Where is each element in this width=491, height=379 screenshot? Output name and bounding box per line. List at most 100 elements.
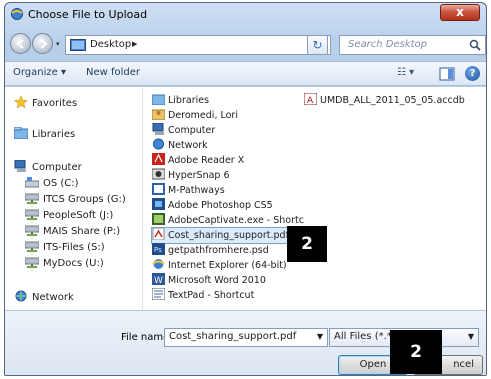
file-name: Adobe Photoshop CS5: [168, 200, 273, 211]
nav-item-favorites[interactable]: Favorites: [14, 96, 77, 112]
svg-text:W: W: [154, 276, 163, 285]
computer-icon: [152, 123, 164, 135]
chevron-down-icon[interactable]: ▼: [317, 332, 323, 341]
shortcut-icon: [152, 183, 165, 195]
nav-label-drive: OS (C:): [43, 178, 79, 189]
nav-item-drive-u[interactable]: MyDocs (U:): [25, 256, 104, 272]
file-name: UMDB_ALL_2011_05_05.accdb: [320, 95, 465, 106]
help-icon[interactable]: ?: [465, 66, 480, 81]
nav-item-drive-c[interactable]: OS (C:): [25, 176, 79, 192]
arrow-left-icon: [16, 39, 24, 49]
forward-button[interactable]: [32, 33, 53, 54]
list-item[interactable]: AdobeCaptivate.exe - Shortc: [152, 213, 304, 228]
word-icon: W: [152, 273, 165, 285]
network-drive-icon: [25, 225, 39, 236]
list-item-selected[interactable]: Cost_sharing_support.pdf: [151, 227, 290, 244]
nav-item-libraries[interactable]: Libraries: [14, 127, 75, 143]
internet-explorer-icon: [152, 259, 165, 269]
nav-label-drive: MAIS Share (P:): [43, 226, 121, 237]
network-drive-icon: [25, 209, 39, 220]
nav-label-computer: Computer: [32, 162, 82, 173]
list-item[interactable]: W Microsoft Word 2010: [152, 273, 266, 288]
address-location[interactable]: Desktop: [90, 39, 131, 50]
preview-pane-icon[interactable]: [439, 67, 455, 81]
cancel-label-fragment[interactable]: ncel: [453, 356, 474, 374]
file-name: TextPad - Shortcut: [168, 290, 255, 301]
list-item[interactable]: Internet Explorer (64-bit): [152, 258, 287, 273]
file-list: Libraries Deromedi, Lori Computer Networ…: [144, 87, 486, 310]
nav-item-computer[interactable]: Computer: [14, 160, 82, 176]
list-item[interactable]: TextPad - Shortcut: [152, 288, 254, 303]
list-item[interactable]: Adobe Photoshop CS5: [152, 198, 273, 213]
content-area: Favorites Libraries Computer OS (C:) ITC…: [5, 87, 486, 310]
file-dialog: Choose File to Upload x ▾ Desktop ▶ ▼ ↻ …: [4, 2, 487, 376]
list-item[interactable]: Ps getpathfromhere.psd: [152, 243, 269, 258]
list-item[interactable]: Adobe Reader X: [152, 153, 244, 168]
file-type-value[interactable]: All Files (*.*): [334, 331, 396, 342]
network-drive-icon: [25, 257, 39, 268]
new-folder-button[interactable]: New folder: [86, 67, 140, 78]
access-database-icon: A: [304, 93, 317, 105]
title-bar: Choose File to Upload x: [5, 3, 486, 27]
nav-item-drive-g[interactable]: ITCS Groups (G:): [25, 192, 126, 208]
file-name-field[interactable]: Cost_sharing_support.pdf ▼: [164, 328, 328, 347]
list-item[interactable]: HyperSnap 6: [152, 168, 230, 183]
list-item[interactable]: Deromedi, Lori: [152, 108, 238, 123]
nav-label-favorites: Favorites: [32, 98, 78, 109]
drive-icon: [25, 177, 39, 188]
breadcrumb-chevron-icon[interactable]: ▶: [132, 40, 137, 48]
file-name: Cost_sharing_support.pdf: [168, 230, 289, 241]
file-name: getpathfromhere.psd: [168, 245, 269, 256]
nav-item-drive-s[interactable]: ITS-Files (S:): [25, 240, 105, 256]
navigation-bar: ▾ Desktop ▶ ▼ ↻ Search Desktop: [5, 28, 486, 60]
list-item[interactable]: M-Pathways: [152, 183, 225, 198]
file-name: Network: [168, 140, 208, 151]
svg-text:A: A: [307, 96, 314, 105]
search-icon[interactable]: [469, 39, 481, 51]
file-name: M-Pathways: [168, 185, 225, 196]
nav-label-drive: ITCS Groups (G:): [43, 194, 126, 205]
file-name: Microsoft Word 2010: [168, 275, 266, 286]
recent-locations-dropdown[interactable]: ▾: [56, 40, 60, 48]
file-name: Deromedi, Lori: [168, 110, 238, 121]
list-item[interactable]: Computer: [152, 123, 215, 138]
nav-label-network: Network: [32, 292, 74, 303]
captivate-icon: [152, 213, 165, 225]
nav-label-drive: PeopleSoft (J:): [43, 210, 114, 221]
nav-label-drive: ITS-Files (S:): [43, 242, 105, 253]
textpad-icon: [152, 288, 165, 300]
user-folder-icon: [152, 109, 165, 120]
list-item[interactable]: Network: [152, 138, 208, 153]
network-drive-icon: [25, 241, 39, 252]
pdf-icon: [152, 228, 165, 240]
list-item[interactable]: A UMDB_ALL_2011_05_05.accdb: [304, 93, 465, 108]
window-title: Choose File to Upload: [28, 8, 148, 21]
nav-item-drive-p[interactable]: MAIS Share (P:): [25, 224, 120, 240]
back-button[interactable]: [10, 33, 31, 54]
file-name-value[interactable]: Cost_sharing_support.pdf: [169, 331, 296, 342]
arrow-right-icon: [40, 39, 48, 49]
nav-item-drive-j[interactable]: PeopleSoft (J:): [25, 208, 113, 224]
list-item[interactable]: Libraries: [152, 93, 209, 108]
file-name: Libraries: [168, 95, 210, 106]
view-options-icon[interactable]: ☷ ▾: [397, 67, 423, 81]
navigation-pane: Favorites Libraries Computer OS (C:) ITC…: [5, 87, 143, 310]
hypersnap-icon: [152, 168, 165, 180]
close-button[interactable]: x: [440, 4, 480, 21]
network-icon: [15, 290, 27, 302]
chevron-down-icon[interactable]: ▼: [468, 332, 474, 341]
nav-item-network[interactable]: Network: [14, 290, 74, 306]
network-drive-icon: [25, 193, 39, 204]
refresh-button[interactable]: ↻: [307, 35, 328, 55]
adobe-reader-icon: [152, 153, 165, 165]
command-toolbar: Organize ▾ New folder ☷ ▾ ?: [5, 61, 486, 86]
address-bar[interactable]: Desktop ▶ ▼: [65, 35, 331, 55]
nav-label-drive: MyDocs (U:): [43, 258, 104, 269]
search-box[interactable]: Search Desktop: [339, 35, 486, 55]
psd-file-icon: Ps: [152, 243, 165, 255]
step-marker: 2: [390, 330, 442, 374]
search-placeholder[interactable]: Search Desktop: [348, 39, 427, 50]
file-name: HyperSnap 6: [168, 170, 230, 181]
network-icon: [153, 138, 164, 150]
organize-button[interactable]: Organize ▾: [13, 67, 66, 78]
